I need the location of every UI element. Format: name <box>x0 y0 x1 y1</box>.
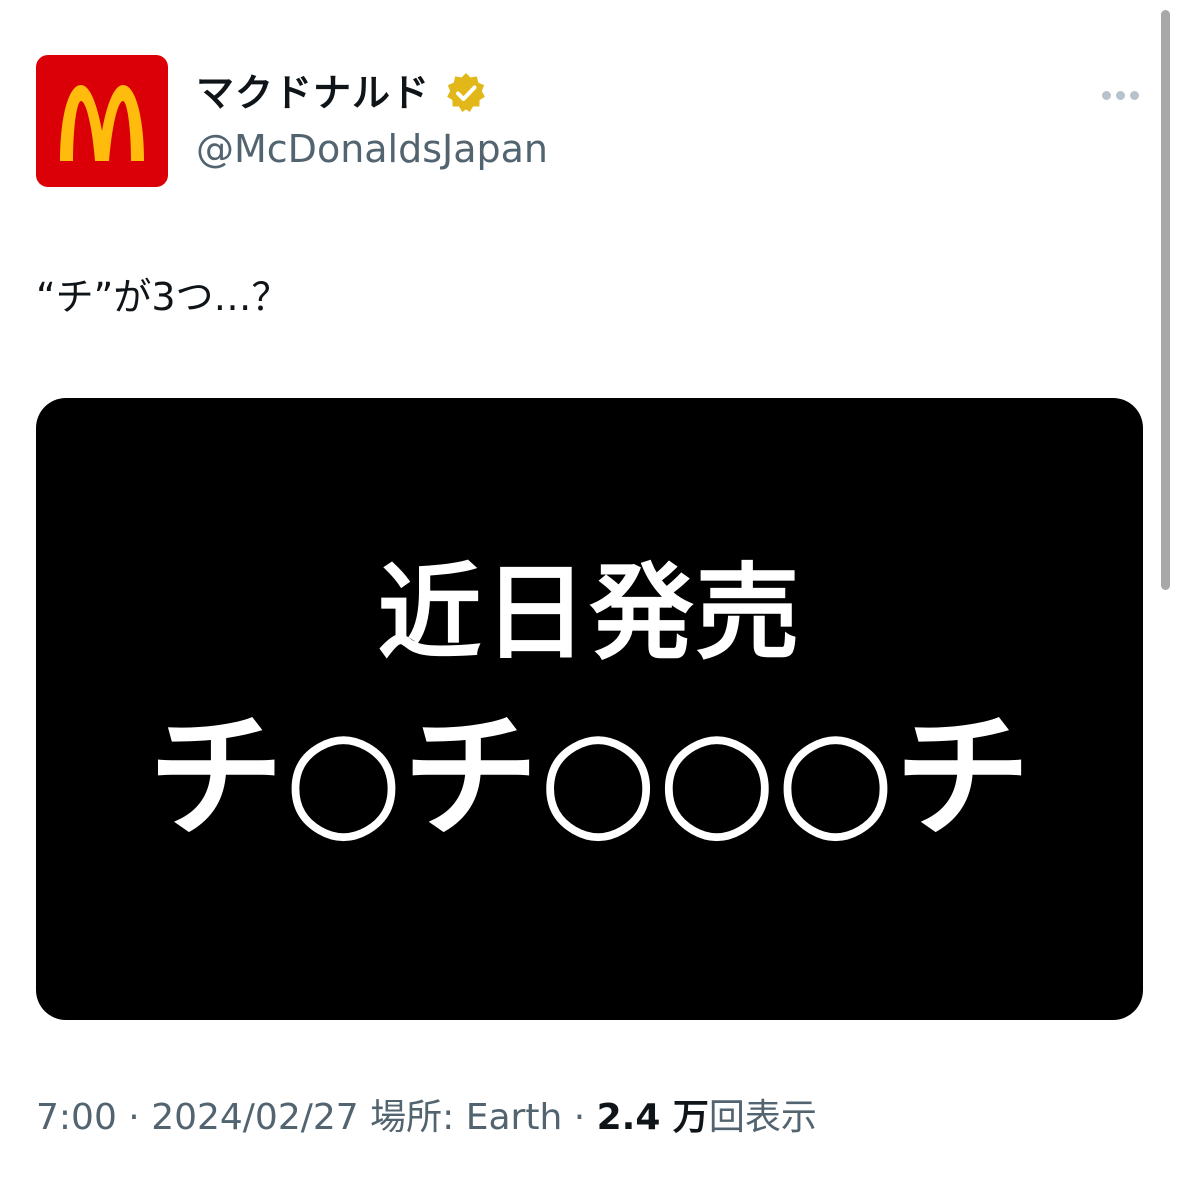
scrollbar-thumb[interactable] <box>1161 10 1170 590</box>
verified-badge-icon[interactable] <box>444 71 488 115</box>
location-label: 場所: <box>358 1097 466 1138</box>
mcdonalds-logo-icon <box>60 85 144 161</box>
media-headline: 近日発売 <box>377 552 802 674</box>
tweet-meta: 7:00 · 2024/02/27 場所: Earth · 2.4 万回表示 <box>36 1095 817 1141</box>
avatar[interactable] <box>36 55 168 187</box>
user-handle[interactable]: @McDonaldsJapan <box>196 126 548 172</box>
display-name-text: マクドナルド <box>196 71 431 115</box>
views-count: 2.4 万 <box>596 1097 709 1138</box>
ellipsis-icon <box>1129 90 1139 100</box>
ellipsis-icon <box>1115 90 1125 100</box>
meta-separator: · <box>116 1097 152 1138</box>
tweet-location: Earth <box>465 1097 563 1138</box>
tweet-media-image[interactable]: 近日発売 チ○チ○○○チ <box>36 398 1143 1020</box>
views-label: 回表示 <box>708 1097 817 1138</box>
media-teaser-text: チ○チ○○○チ <box>148 699 1031 857</box>
tweet-date[interactable]: 2024/02/27 <box>151 1097 359 1138</box>
more-options-button[interactable] <box>1090 80 1150 110</box>
tweet-time[interactable]: 7:00 <box>36 1097 117 1138</box>
meta-separator: · <box>562 1097 597 1138</box>
display-name[interactable]: マクドナルド <box>196 70 488 116</box>
tweet-text: “チ”が3つ…？ <box>36 275 290 319</box>
ellipsis-icon <box>1101 90 1111 100</box>
